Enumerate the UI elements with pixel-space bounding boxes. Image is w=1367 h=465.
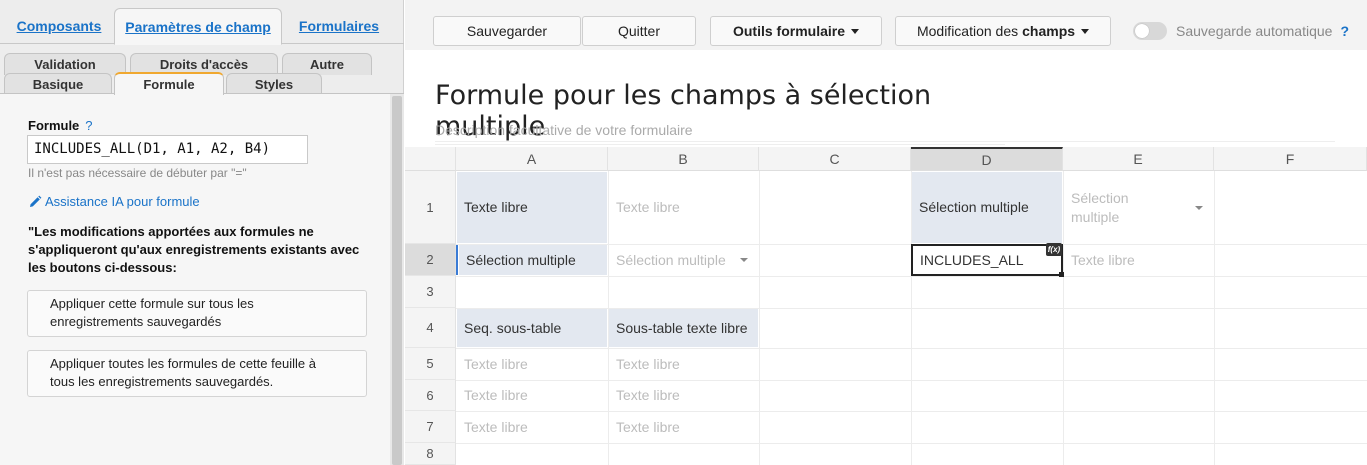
subtab-autre[interactable]: Autre [282, 53, 372, 75]
formula-warning: "Les modifications apportées aux formule… [28, 224, 360, 275]
cell-a7-subtable-text[interactable]: Texte libre [457, 412, 607, 442]
cell-b7-subtable-text[interactable]: Texte libre [609, 412, 758, 442]
field-edit-label: Modification des [916, 23, 1019, 39]
top-tab-bar: Composants Paramètres de champ Formulair… [0, 0, 404, 45]
subtab-formule[interactable]: Formule [114, 72, 224, 95]
cell-b2-multiselect[interactable]: Sélection multiple [609, 245, 758, 275]
grid-line [456, 276, 1367, 277]
cell-e1-placeholder: Sélection multiple [1071, 189, 1129, 225]
cell-d1-label[interactable]: Sélection multiple [912, 172, 1062, 243]
row-header-2[interactable]: 2 [405, 244, 456, 276]
chevron-down-icon [740, 258, 748, 262]
subtab-basique[interactable]: Basique [4, 73, 112, 95]
cell-b5-subtable-text[interactable]: Texte libre [609, 349, 758, 379]
tab-parametres-de-champ[interactable]: Paramètres de champ [114, 8, 282, 45]
row-header-1[interactable]: 1 [405, 171, 456, 244]
col-header-a[interactable]: A [456, 147, 608, 171]
row-header-3[interactable]: 3 [405, 276, 456, 308]
cell-b2-placeholder: Sélection multiple [616, 251, 726, 268]
panel-scrollbar-thumb[interactable] [392, 96, 402, 465]
formula-help-icon[interactable]: ? [85, 118, 92, 133]
cell-a1-label[interactable]: Texte libre [457, 172, 607, 243]
save-button[interactable]: Sauvegarder [433, 16, 581, 46]
cell-a4-label[interactable]: Seq. sous-table [457, 309, 607, 347]
grid-corner [405, 147, 456, 171]
row-header-8[interactable]: 8 [405, 443, 456, 465]
cell-a6-subtable-text[interactable]: Texte libre [457, 381, 607, 410]
row-header-4[interactable]: 4 [405, 308, 456, 348]
col-header-e[interactable]: E [1063, 147, 1214, 171]
tab-formulaires[interactable]: Formulaires [286, 8, 392, 44]
cell-b4-label[interactable]: Sous-table texte libre [609, 309, 758, 347]
row-header-6[interactable]: 6 [405, 380, 456, 411]
cell-e1-multiselect[interactable]: Sélection multiple [1064, 172, 1213, 243]
autosave-label: Sauvegarde automatique? [1176, 23, 1349, 39]
properties-panel: Composants Paramètres de champ Formulair… [0, 0, 404, 465]
col-header-c[interactable]: C [759, 147, 911, 171]
ai-formula-assist-link[interactable]: Assistance IA pour formule [28, 194, 200, 209]
cell-a5-subtable-text[interactable]: Texte libre [457, 349, 607, 379]
row-header-5[interactable]: 5 [405, 348, 456, 380]
field-edit-menu[interactable]: Modification des champs [895, 16, 1111, 46]
grid-line [1214, 171, 1215, 465]
cell-a2-label[interactable]: Sélection multiple [459, 245, 607, 275]
chevron-down-icon [1195, 205, 1203, 210]
formula-label: Formule? [28, 118, 93, 133]
cell-b1-text-field[interactable]: Texte libre [609, 172, 758, 243]
pencil-icon [30, 195, 42, 207]
field-edit-label-bold: champs [1022, 23, 1076, 39]
apply-formula-button[interactable]: Appliquer cette formule sur tous les enr… [27, 290, 367, 337]
col-header-f[interactable]: F [1214, 147, 1367, 171]
ai-formula-assist-label: Assistance IA pour formule [45, 194, 200, 209]
subtab-validation[interactable]: Validation [4, 53, 126, 75]
col-header-b[interactable]: B [608, 147, 759, 171]
chevron-down-icon [1081, 28, 1090, 34]
form-canvas: Formule pour les champs à sélection mult… [405, 50, 1367, 465]
row-selection-marker [456, 245, 458, 275]
cell-b6-subtable-text[interactable]: Texte libre [609, 381, 758, 410]
cell-d2-formula[interactable]: INCLUDES_ALL f(x) [911, 243, 1064, 277]
form-description[interactable]: Description facultative de votre formula… [435, 122, 1335, 142]
autosave-help-icon[interactable]: ? [1340, 23, 1349, 39]
autosave-label-text: Sauvegarde automatique [1176, 23, 1333, 39]
subtab-styles[interactable]: Styles [226, 73, 322, 95]
toggle-knob [1135, 24, 1149, 38]
cell-e2-text-field[interactable]: Texte libre [1064, 245, 1213, 275]
formula-input[interactable]: INCLUDES_ALL(D1, A1, A2, B4) [27, 135, 308, 164]
autosave-toggle[interactable] [1133, 22, 1167, 40]
grid-line [456, 443, 1367, 444]
formula-icon: f(x) [1046, 243, 1062, 256]
row-header-7[interactable]: 7 [405, 411, 456, 443]
form-grid: A B C D E F 1 2 3 4 5 6 7 8 Texte libre … [405, 147, 1367, 465]
chevron-down-icon [851, 28, 860, 34]
formula-hint: Il n'est pas nécessaire de débuter par "… [28, 166, 247, 180]
col-header-d[interactable]: D [911, 147, 1063, 171]
quit-button[interactable]: Quitter [582, 16, 696, 46]
form-editor: Sauvegarder Quitter Outils formulaire Mo… [405, 0, 1367, 465]
cell-d2-formula-text: INCLUDES_ALL [920, 251, 1024, 268]
apply-all-formulas-button[interactable]: Appliquer toutes les formules de cette f… [27, 350, 367, 397]
form-tools-label: Outils formulaire [732, 23, 846, 39]
tab-composants[interactable]: Composants [6, 8, 112, 44]
grid-line [759, 171, 760, 465]
form-tools-menu[interactable]: Outils formulaire [710, 16, 882, 46]
formula-label-text: Formule [28, 118, 80, 133]
